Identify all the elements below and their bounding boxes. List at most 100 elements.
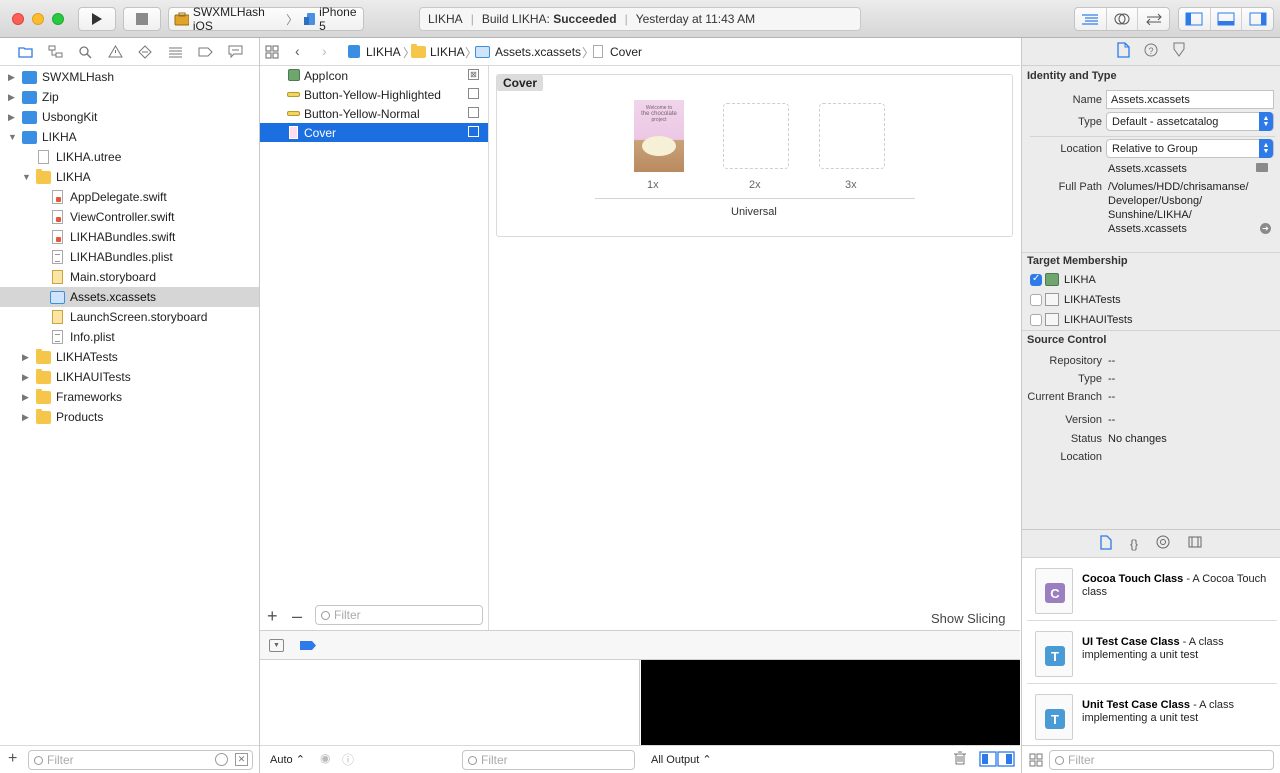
library-filter-input[interactable]: Filter — [1049, 750, 1274, 770]
navigator-item[interactable]: ▶ LIKHATests — [0, 347, 259, 367]
navigator-item[interactable]: Main.storyboard — [0, 267, 259, 287]
back-icon[interactable]: ‹ — [295, 43, 300, 59]
scm-filter-icon[interactable]: ✕ — [235, 753, 248, 766]
toggle-debug-button[interactable] — [1211, 8, 1243, 30]
disclosure-collapsed-icon[interactable]: ▶ — [22, 392, 29, 403]
remove-asset-icon[interactable]: – — [292, 606, 302, 627]
symbol-navigator-tab[interactable] — [40, 45, 70, 58]
asset-row-button-normal[interactable]: Button-Yellow-Normal — [260, 104, 488, 123]
variables-scope-popup[interactable]: Auto ⌃ — [270, 753, 305, 766]
media-library-tab[interactable] — [1188, 536, 1202, 551]
disclosure-collapsed-icon[interactable]: ▶ — [22, 352, 29, 363]
template-ui-test-case-class[interactable]: T UI Test Case Class - A class implement… — [1027, 621, 1277, 684]
navigator-item[interactable]: ▶ Zip — [0, 87, 259, 107]
crumb-image-set[interactable]: Cover — [610, 45, 642, 59]
disclosure-collapsed-icon[interactable]: ▶ — [8, 112, 15, 123]
related-items-icon[interactable] — [265, 45, 279, 62]
file-type-popup[interactable]: Default - assetcatalog ▲ ▼ — [1106, 112, 1274, 131]
zoom-window-button[interactable] — [52, 13, 64, 25]
close-window-button[interactable] — [12, 13, 24, 25]
navigator-item[interactable]: ▶ Products — [0, 407, 259, 427]
navigator-item[interactable]: LIKHA.utree — [0, 147, 259, 167]
code-snippet-library-tab[interactable]: {} — [1130, 537, 1138, 551]
target-checkbox-likhatests[interactable] — [1030, 294, 1042, 306]
asset-row-appicon[interactable]: AppIcon ⊠ — [260, 66, 488, 85]
file-inspector-tab[interactable] — [1116, 42, 1130, 61]
minimize-window-button[interactable] — [32, 13, 44, 25]
target-checkbox-likhauitests[interactable] — [1030, 314, 1042, 326]
trash-icon[interactable] — [954, 751, 966, 768]
disclosure-collapsed-icon[interactable]: ▶ — [8, 92, 15, 103]
disclosure-expanded-icon[interactable]: ▼ — [8, 132, 17, 142]
grid-view-icon[interactable] — [1029, 753, 1043, 770]
version-editor-button[interactable] — [1138, 8, 1169, 30]
object-library-tab[interactable] — [1156, 535, 1170, 552]
crumb-group[interactable]: LIKHA — [430, 45, 465, 59]
crumb-project[interactable]: LIKHA — [366, 45, 401, 59]
info-icon[interactable]: ⓘ — [342, 751, 354, 768]
navigator-item[interactable]: ViewController.swift — [0, 207, 259, 227]
add-file-icon[interactable]: + — [8, 750, 17, 768]
asset-row-cover[interactable]: Cover — [260, 123, 488, 142]
forward-icon[interactable]: › — [322, 43, 327, 59]
panel-toggle-control[interactable] — [1178, 7, 1274, 31]
stop-button[interactable] — [123, 7, 161, 31]
hide-debug-area-icon[interactable]: ▼ — [269, 639, 284, 652]
attributes-tab[interactable] — [1172, 42, 1186, 61]
file-template-library-tab[interactable] — [1100, 534, 1112, 553]
quick-look-icon[interactable]: ◉ — [320, 751, 330, 765]
disclosure-expanded-icon[interactable]: ▼ — [22, 172, 31, 182]
crumb-catalog[interactable]: Assets.xcassets — [495, 45, 581, 59]
standard-editor-button[interactable] — [1075, 8, 1107, 30]
quick-help-tab[interactable]: ? — [1144, 43, 1158, 60]
navigator-item[interactable]: AppDelegate.swift — [0, 187, 259, 207]
debug-navigator-tab[interactable] — [160, 46, 190, 58]
show-slicing-button[interactable]: Show Slicing — [931, 611, 1005, 626]
navigator-item[interactable]: ▼ LIKHA — [0, 127, 259, 147]
editor-mode-control[interactable] — [1074, 7, 1170, 31]
target-checkbox-likha[interactable] — [1030, 273, 1042, 286]
navigator-item[interactable]: ▶ LIKHAUITests — [0, 367, 259, 387]
disclosure-collapsed-icon[interactable]: ▶ — [22, 372, 29, 383]
assistant-editor-button[interactable] — [1107, 8, 1139, 30]
issue-navigator-tab[interactable] — [100, 45, 130, 58]
navigator-item[interactable]: ▶ UsbongKit — [0, 107, 259, 127]
cover-image-1x[interactable]: Welcome to the chocolate project — [634, 100, 684, 172]
navigator-item[interactable]: Info.plist — [0, 327, 259, 347]
test-navigator-tab[interactable] — [130, 44, 160, 59]
project-navigator-tab[interactable] — [10, 45, 40, 58]
toggle-inspector-button[interactable] — [1242, 8, 1273, 30]
choose-folder-icon[interactable] — [1256, 163, 1268, 172]
navigator-item[interactable]: ▶ Frameworks — [0, 387, 259, 407]
run-button[interactable] — [78, 7, 116, 31]
image-slot-2x[interactable] — [723, 103, 789, 169]
image-slot-3x[interactable] — [819, 103, 885, 169]
navigator-item[interactable]: LaunchScreen.storyboard — [0, 307, 259, 327]
breakpoints-toggle-icon[interactable] — [300, 641, 316, 650]
navigator-item[interactable]: LIKHABundles.plist — [0, 247, 259, 267]
location-popup[interactable]: Relative to Group ▲ ▼ — [1106, 139, 1274, 158]
template-cocoa-touch-class[interactable]: C Cocoa Touch Class - A Cocoa Touch clas… — [1027, 558, 1277, 621]
asset-row-button-highlighted[interactable]: Button-Yellow-Highlighted — [260, 85, 488, 104]
disclosure-collapsed-icon[interactable]: ▶ — [8, 72, 15, 83]
asset-filter-input[interactable]: Filter — [315, 605, 483, 625]
template-unit-test-case-class[interactable]: T Unit Test Case Class - A class impleme… — [1027, 684, 1277, 747]
reveal-in-finder-icon[interactable]: ➔ — [1260, 223, 1271, 234]
navigator-item[interactable]: ▶ SWXMLHash — [0, 67, 259, 87]
navigator-item[interactable]: ▼ LIKHA — [0, 167, 259, 187]
split-view-icon[interactable] — [979, 751, 1015, 770]
variables-filter-input[interactable]: Filter — [462, 750, 635, 770]
recent-files-icon[interactable] — [215, 753, 228, 766]
breakpoint-navigator-tab[interactable] — [190, 46, 220, 58]
name-field[interactable]: Assets.xcassets — [1106, 90, 1274, 109]
navigator-item[interactable]: Assets.xcassets — [0, 287, 259, 307]
scheme-selector[interactable]: SWXMLHash iOS 〉 iPhone 5 — [168, 5, 364, 33]
disclosure-collapsed-icon[interactable]: ▶ — [22, 412, 29, 423]
report-navigator-tab[interactable] — [220, 45, 250, 58]
toggle-navigator-button[interactable] — [1179, 8, 1211, 30]
add-asset-icon[interactable]: + — [267, 606, 278, 627]
find-navigator-tab[interactable] — [70, 45, 100, 59]
navigator-item[interactable]: LIKHABundles.swift — [0, 227, 259, 247]
navigator-filter-input[interactable]: Filter ✕ — [28, 750, 253, 770]
console-output-popup[interactable]: All Output ⌃ — [651, 753, 712, 766]
